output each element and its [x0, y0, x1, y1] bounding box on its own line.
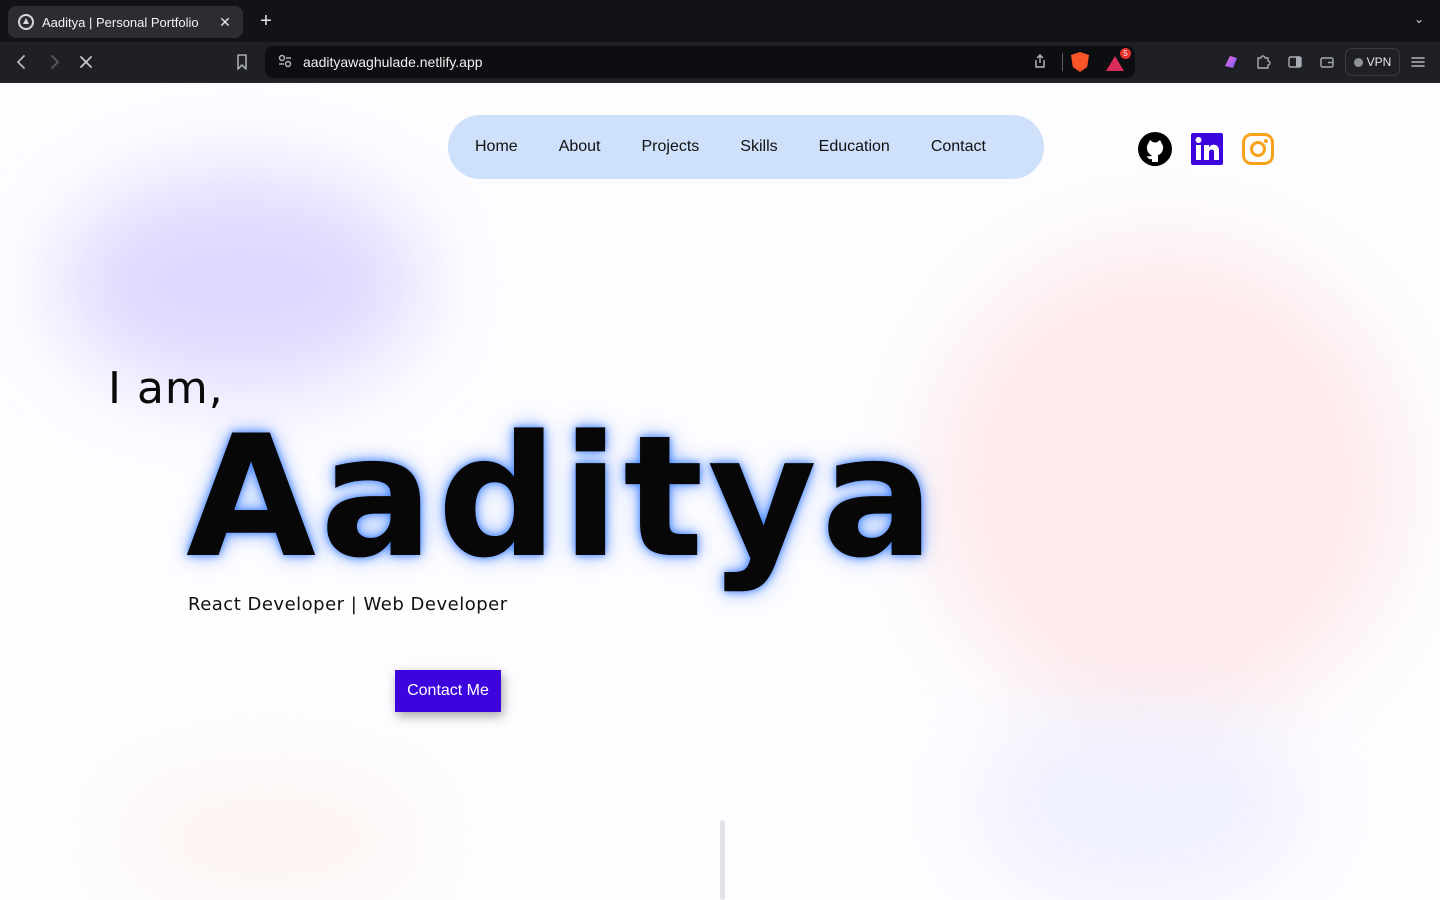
bookmark-icon[interactable] [232, 52, 252, 72]
background-gradient-blue [980, 703, 1300, 900]
browser-toolbar: aadityawaghulade.netlify.app 5 VPN [0, 42, 1440, 83]
hero-name: Aaditya [186, 399, 939, 595]
vpn-label: VPN [1366, 55, 1392, 69]
portfolio-page: Home About Projects Skills Education Con… [0, 83, 1440, 900]
nav-projects[interactable]: Projects [642, 138, 700, 156]
rewards-triangle-icon [1106, 56, 1124, 71]
background-gradient-peach [120, 773, 420, 900]
tab-title: Aaditya | Personal Portfolio [42, 14, 199, 30]
forward-icon[interactable] [44, 52, 64, 72]
nav-home[interactable]: Home [475, 138, 518, 156]
nav-contact[interactable]: Contact [931, 138, 986, 156]
address-bar[interactable]: aadityawaghulade.netlify.app 5 [265, 46, 1135, 78]
sidebar-icon[interactable] [1285, 52, 1305, 72]
vpn-button[interactable]: VPN [1345, 48, 1400, 76]
wallet-icon[interactable] [1317, 52, 1337, 72]
brave-shield-icon[interactable] [1071, 52, 1089, 72]
linkedin-icon[interactable] [1190, 132, 1224, 166]
site-info-icon[interactable] [277, 53, 293, 72]
extensions-icon[interactable] [1253, 52, 1273, 72]
rewards-badge: 5 [1120, 48, 1131, 59]
nav-about[interactable]: About [559, 138, 601, 156]
instagram-icon[interactable] [1241, 132, 1275, 166]
nav-education[interactable]: Education [819, 138, 890, 156]
new-tab-button[interactable]: + [256, 10, 276, 32]
scroll-indicator [720, 820, 725, 900]
menu-icon[interactable] [1408, 52, 1428, 72]
background-gradient-pink [930, 243, 1400, 723]
github-icon[interactable] [1138, 132, 1172, 166]
tab-list-chevron-icon[interactable]: ⌄ [1414, 12, 1424, 26]
back-icon[interactable] [12, 52, 32, 72]
main-navigation: Home About Projects Skills Education Con… [448, 115, 1044, 179]
tab-bar: Aaditya | Personal Portfolio ✕ + ⌄ [0, 0, 1440, 42]
url-text[interactable]: aadityawaghulade.netlify.app [303, 54, 1030, 70]
background-gradient-purple [60, 173, 420, 393]
vpn-status-icon [1353, 57, 1363, 67]
hero-role: React Developer | Web Developer [188, 594, 508, 615]
close-tab-icon[interactable]: ✕ [217, 14, 233, 31]
contact-me-button[interactable]: Contact Me [395, 670, 501, 712]
share-icon[interactable] [1030, 53, 1050, 72]
address-separator [1062, 53, 1063, 71]
portfolio-favicon-icon [18, 14, 34, 30]
leo-icon[interactable] [1221, 52, 1241, 72]
rewards-icon[interactable]: 5 [1105, 48, 1131, 71]
active-tab[interactable]: Aaditya | Personal Portfolio ✕ [8, 6, 243, 38]
nav-skills[interactable]: Skills [740, 138, 777, 156]
stop-icon[interactable] [76, 52, 96, 72]
